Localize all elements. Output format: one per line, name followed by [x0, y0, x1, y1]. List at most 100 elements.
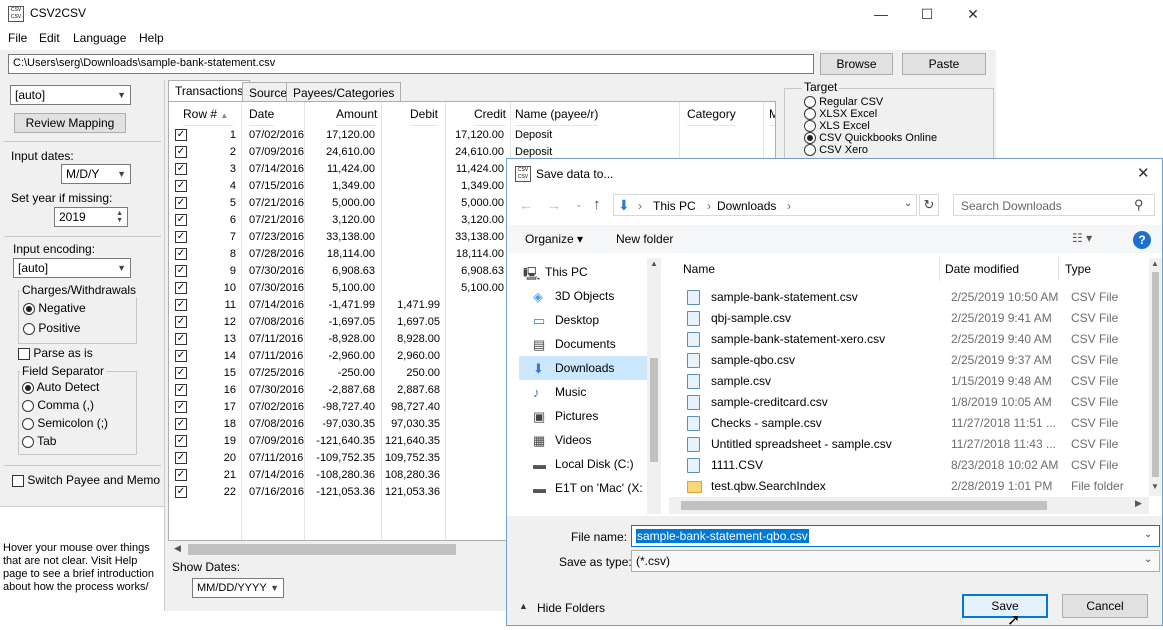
- list-item[interactable]: 1111.CSV 8/23/2018 10:02 AM CSV File: [679, 455, 1149, 476]
- target-qbo[interactable]: CSV Quickbooks Online: [804, 132, 937, 145]
- hide-folders-button[interactable]: Hide Folders: [537, 601, 605, 615]
- list-item[interactable]: test.qbw.SearchIndex 2/28/2019 1:01 PM Fil…: [679, 476, 1149, 497]
- chevron-down-icon[interactable]: ⌄: [1144, 529, 1152, 540]
- header-name[interactable]: Name (payee/r): [515, 102, 599, 126]
- menu-help[interactable]: Help: [139, 31, 164, 45]
- chevron-up-icon[interactable]: ▲: [519, 601, 528, 611]
- row-checkbox-icon[interactable]: ✓: [175, 469, 187, 481]
- file-path-input[interactable]: C:\Users\serg\Downloads\sample-bank-stat…: [8, 54, 814, 74]
- column-name[interactable]: Name: [683, 262, 715, 276]
- negative-option[interactable]: Negative: [23, 301, 86, 315]
- encoding-select[interactable]: [auto] ▼: [13, 258, 131, 278]
- organize-button[interactable]: Organize ▾: [525, 232, 583, 246]
- menu-file[interactable]: File: [8, 31, 27, 45]
- list-item[interactable]: sample.csv 1/15/2019 9:48 AM CSV File: [679, 371, 1149, 392]
- sep-semicolon-option[interactable]: Semicolon (;): [22, 416, 108, 430]
- nav-item[interactable]: ⬇ Downloads: [519, 356, 647, 380]
- row-checkbox-icon[interactable]: ✓: [175, 265, 187, 277]
- menu-edit[interactable]: Edit: [39, 31, 60, 45]
- list-item[interactable]: sample-qbo.csv 2/25/2019 9:37 AM CSV File: [679, 350, 1149, 371]
- up-arrow-icon[interactable]: ↑: [593, 196, 601, 213]
- minimize-button[interactable]: —: [858, 0, 904, 28]
- forward-arrow-icon[interactable]: →: [547, 197, 561, 213]
- row-checkbox-icon[interactable]: ✓: [175, 248, 187, 260]
- target-xlsx[interactable]: XLSX Excel: [804, 108, 877, 121]
- file-name-input[interactable]: sample-bank-statement-qbo.csv ⌄: [631, 525, 1160, 547]
- save-button[interactable]: Save: [962, 594, 1048, 618]
- row-checkbox-icon[interactable]: ✓: [175, 197, 187, 209]
- nav-item[interactable]: ▭ Desktop: [519, 308, 647, 332]
- row-checkbox-icon[interactable]: ✓: [175, 401, 187, 413]
- radio-checked-icon[interactable]: [22, 381, 34, 394]
- sep-auto-option[interactable]: Auto Detect: [22, 380, 99, 394]
- nav-item[interactable]: ▦ Videos: [519, 428, 647, 452]
- address-bar[interactable]: ⬇ › This PC › Downloads › ⌄: [613, 194, 917, 216]
- mode-select[interactable]: [auto] ▼: [10, 85, 131, 105]
- files-horizontal-scrollbar[interactable]: ▶: [669, 497, 1149, 514]
- browse-button[interactable]: Browse: [820, 53, 893, 75]
- sep-tab-option[interactable]: Tab: [22, 434, 56, 448]
- radio-icon[interactable]: [22, 399, 34, 412]
- nav-item[interactable]: ◈ 3D Objects: [519, 284, 647, 308]
- files-vertical-scrollbar[interactable]: ▲ ▼: [1149, 258, 1162, 496]
- year-stepper[interactable]: 2019 ▲ ▼: [54, 207, 128, 227]
- help-icon[interactable]: ?: [1133, 231, 1151, 249]
- list-item[interactable]: sample-creditcard.csv 1/8/2019 10:05 AM CS…: [679, 392, 1149, 413]
- tab-transactions[interactable]: Transactions: [168, 80, 251, 103]
- checkbox-icon[interactable]: [12, 474, 24, 487]
- row-checkbox-icon[interactable]: ✓: [175, 282, 187, 294]
- row-checkbox-icon[interactable]: ✓: [175, 214, 187, 226]
- list-item[interactable]: Untitled spreadsheet - sample.csv 11/27/2…: [679, 434, 1149, 455]
- nav-item[interactable]: ▬ Local Disk (C:): [519, 452, 647, 476]
- menu-language[interactable]: Language: [73, 31, 126, 45]
- row-checkbox-icon[interactable]: ✓: [175, 333, 187, 345]
- row-checkbox-icon[interactable]: ✓: [175, 299, 187, 311]
- search-box[interactable]: Search Downloads ⚲: [953, 194, 1155, 216]
- review-mapping-button[interactable]: Review Mapping: [14, 113, 126, 133]
- header-memo[interactable]: M: [769, 102, 775, 126]
- cancel-button[interactable]: Cancel: [1062, 594, 1148, 618]
- row-checkbox-icon[interactable]: ✓: [175, 452, 187, 464]
- header-credit[interactable]: Credit: [474, 102, 507, 126]
- nav-item[interactable]: ▤ Documents: [519, 332, 647, 356]
- radio-icon[interactable]: [23, 322, 35, 335]
- save-type-select[interactable]: (*.csv) ⌄: [631, 550, 1160, 572]
- row-checkbox-icon[interactable]: ✓: [175, 163, 187, 175]
- chevron-down-icon[interactable]: ⌄: [1144, 554, 1152, 565]
- radio-icon[interactable]: [804, 120, 816, 133]
- back-arrow-icon[interactable]: ←: [519, 197, 533, 213]
- breadcrumb-this-pc[interactable]: This PC: [653, 199, 696, 213]
- radio-icon[interactable]: [804, 108, 816, 121]
- row-checkbox-icon[interactable]: ✓: [175, 435, 187, 447]
- radio-checked-icon[interactable]: [804, 132, 816, 145]
- header-category[interactable]: Category: [687, 102, 736, 126]
- scroll-right-icon[interactable]: ▶: [1135, 498, 1142, 509]
- target-regular-csv[interactable]: Regular CSV: [804, 96, 883, 109]
- scrollbar-thumb[interactable]: [188, 544, 456, 555]
- parse-as-is-option[interactable]: Parse as is: [18, 346, 93, 360]
- recent-chevron-icon[interactable]: ⌄: [575, 199, 583, 210]
- header-amount[interactable]: Amount: [336, 102, 378, 126]
- radio-icon[interactable]: [804, 96, 816, 109]
- column-type[interactable]: Type: [1065, 262, 1091, 276]
- scroll-up-icon[interactable]: ▲: [650, 259, 658, 268]
- paste-button[interactable]: Paste: [902, 53, 986, 75]
- row-checkbox-icon[interactable]: ✓: [175, 350, 187, 362]
- radio-icon[interactable]: [22, 417, 34, 430]
- list-item[interactable]: qbj-sample.csv 2/25/2019 9:41 AM CSV File: [679, 308, 1149, 329]
- nav-item[interactable]: ♪ Music: [519, 380, 647, 404]
- breadcrumb-downloads[interactable]: Downloads: [717, 199, 776, 213]
- row-checkbox-icon[interactable]: ✓: [175, 384, 187, 396]
- row-checkbox-icon[interactable]: ✓: [175, 418, 187, 430]
- table-row[interactable]: ✓ 1 07/02/2016 17,120.00 17,120.00 Deposit: [169, 127, 775, 144]
- radio-icon[interactable]: [804, 144, 816, 157]
- switch-payee-option[interactable]: Switch Payee and Memo: [12, 473, 160, 487]
- tab-payees-categories[interactable]: Payees/Categories: [286, 82, 402, 103]
- maximize-button[interactable]: ☐: [904, 0, 950, 28]
- header-debit[interactable]: Debit: [410, 102, 439, 126]
- new-folder-button[interactable]: New folder: [616, 232, 673, 246]
- list-item[interactable]: sample-bank-statement.csv 2/25/2019 10:50…: [679, 287, 1149, 308]
- radio-icon[interactable]: [22, 435, 34, 448]
- target-xero[interactable]: CSV Xero: [804, 144, 868, 157]
- header-row-num[interactable]: Row # ▲: [183, 102, 233, 126]
